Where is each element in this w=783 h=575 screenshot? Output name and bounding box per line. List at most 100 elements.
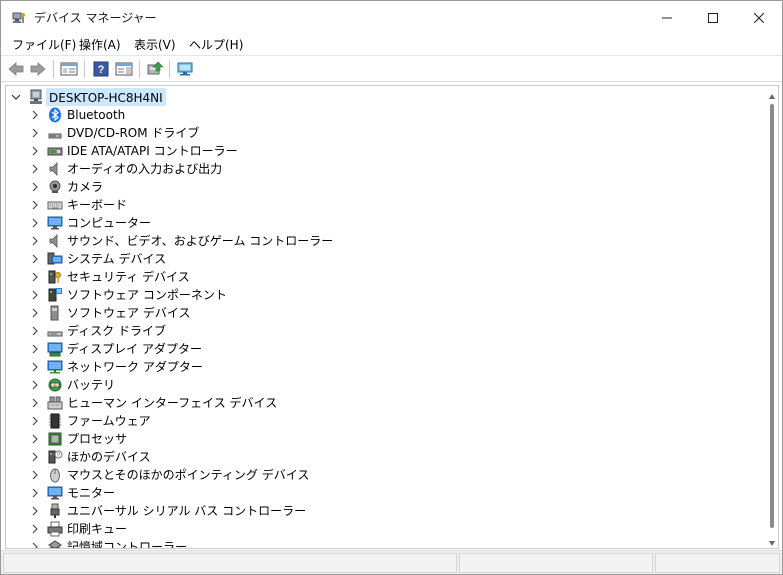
battery-icon [47, 377, 63, 393]
chevron-right-icon[interactable] [30, 505, 40, 517]
chevron-right-icon[interactable] [30, 181, 40, 193]
chevron-right-icon[interactable] [30, 433, 40, 445]
tree-item-label: Bluetooth [67, 108, 126, 122]
chevron-right-icon[interactable] [30, 253, 40, 265]
scan-hardware-button[interactable] [175, 59, 195, 79]
audio-icon [47, 161, 63, 177]
ide-controller-icon [47, 143, 63, 159]
chevron-right-icon[interactable] [30, 289, 40, 301]
status-pane-main [3, 553, 457, 573]
scroll-down-icon[interactable] [768, 536, 776, 546]
tree-item-ide-controller[interactable]: IDE ATA/ATAPI コントローラー [6, 142, 746, 160]
properties-panel-icon [115, 62, 133, 76]
tree-item-label: IDE ATA/ATAPI コントローラー [67, 144, 238, 158]
show-hide-console-tree-button[interactable] [59, 59, 79, 79]
chevron-right-icon[interactable] [30, 343, 40, 355]
tree-item-computer[interactable]: コンピューター [6, 214, 746, 232]
scroll-up-icon[interactable] [768, 90, 776, 99]
tree-root-label[interactable]: DESKTOP-HC8H4NI [46, 88, 166, 106]
tree-item-mice[interactable]: マウスとそのほかのポインティング デバイス [6, 466, 746, 484]
chevron-right-icon[interactable] [30, 397, 40, 409]
tree-item-keyboard[interactable]: キーボード [6, 196, 746, 214]
help-button[interactable]: ? [91, 59, 111, 79]
chevron-right-icon[interactable] [30, 379, 40, 391]
tree-item-label: DVD/CD-ROM ドライブ [67, 126, 200, 140]
tree-item-sound-video-game[interactable]: サウンド、ビデオ、およびゲーム コントローラー [6, 232, 746, 250]
close-button[interactable] [736, 1, 782, 34]
back-button[interactable] [6, 59, 26, 79]
tree-item-processors[interactable]: プロセッサ [6, 430, 746, 448]
chevron-right-icon[interactable] [30, 523, 40, 535]
properties-panel-button[interactable] [114, 59, 134, 79]
tree-item-human-interface-devices[interactable]: ヒューマン インターフェイス デバイス [6, 394, 746, 412]
tree-item-label: セキュリティ デバイス [67, 270, 190, 284]
tree-item-label: コンピューター [67, 216, 152, 230]
tree-item-disk-drives[interactable]: ディスク ドライブ [6, 322, 746, 340]
vertical-scrollbar[interactable] [766, 86, 778, 548]
tree-item-dvd-cd-rom[interactable]: DVD/CD-ROM ドライブ [6, 124, 746, 142]
chevron-right-icon[interactable] [30, 235, 40, 247]
computer-root-icon [28, 89, 44, 105]
chevron-right-icon[interactable] [30, 199, 40, 211]
menu-file[interactable]: ファイル(F) [11, 36, 77, 54]
toolbar-separator [53, 60, 54, 78]
tree-item-camera[interactable]: カメラ [6, 178, 746, 196]
chevron-right-icon[interactable] [30, 145, 40, 157]
tree-item-label: ユニバーサル シリアル バス コントローラー [67, 504, 307, 518]
dvd-drive-icon [47, 125, 63, 141]
storage-controller-icon [47, 539, 63, 548]
tree-item-software-devices[interactable]: ソフトウェア デバイス [6, 304, 746, 322]
tree-item-firmware[interactable]: ファームウェア [6, 412, 746, 430]
chevron-right-icon[interactable] [30, 127, 40, 139]
minimize-button[interactable] [644, 1, 690, 34]
tree-item-label: モニター [67, 486, 116, 500]
chevron-right-icon[interactable] [30, 163, 40, 175]
tree-item-security-devices[interactable]: セキュリティ デバイス [6, 268, 746, 286]
chevron-right-icon[interactable] [30, 307, 40, 319]
firmware-icon [47, 413, 63, 429]
tree-item-monitors[interactable]: モニター [6, 484, 746, 502]
tree-item-label: ディスプレイ アダプター [67, 342, 202, 356]
update-driver-button[interactable] [145, 59, 165, 79]
tree-item-network-adapters[interactable]: ネットワーク アダプター [6, 358, 746, 376]
tree-item-software-components[interactable]: ソフトウェア コンポーネント [6, 286, 746, 304]
menu-view[interactable]: 表示(V) [133, 36, 177, 54]
tree-item-label: ネットワーク アダプター [67, 360, 203, 374]
tree-item-label: 記憶域コントローラー [67, 540, 188, 549]
menu-help[interactable]: ヘルプ(H) [188, 36, 244, 54]
device-tree[interactable]: DESKTOP-HC8H4NI Bluetooth DVD/CD-ROM ドライ… [5, 85, 779, 549]
tree-item-other-devices[interactable]: ? ほかのデバイス [6, 448, 746, 466]
chevron-right-icon[interactable] [30, 217, 40, 229]
chevron-right-icon[interactable] [30, 271, 40, 283]
forward-button[interactable] [28, 59, 48, 79]
chevron-right-icon[interactable] [30, 451, 40, 463]
title-bar[interactable]: デバイス マネージャー [1, 1, 782, 34]
bluetooth-icon [47, 107, 63, 123]
chevron-right-icon[interactable] [30, 541, 40, 548]
chevron-right-icon[interactable] [30, 109, 40, 121]
tree-item-print-queues[interactable]: 印刷キュー [6, 520, 746, 538]
chevron-right-icon[interactable] [30, 325, 40, 337]
chevron-down-icon[interactable] [10, 90, 22, 104]
tree-item-usb-controllers[interactable]: ユニバーサル シリアル バス コントローラー [6, 502, 746, 520]
chevron-right-icon[interactable] [30, 415, 40, 427]
tree-item-display-adapters[interactable]: ディスプレイ アダプター [6, 340, 746, 358]
tree-item-system-devices[interactable]: システム デバイス [6, 250, 746, 268]
tree-item-label: オーディオの入力および出力 [67, 162, 223, 176]
tree-item-batteries[interactable]: バッテリ [6, 376, 746, 394]
tree-item-audio-io[interactable]: オーディオの入力および出力 [6, 160, 746, 178]
menu-action[interactable]: 操作(A) [78, 36, 122, 54]
help-icon: ? [93, 61, 109, 77]
svg-text:?: ? [98, 64, 105, 76]
scrollbar-thumb[interactable] [770, 104, 774, 528]
chevron-right-icon[interactable] [30, 487, 40, 499]
maximize-button[interactable] [690, 1, 736, 34]
chevron-right-icon[interactable] [30, 361, 40, 373]
tree-root-node[interactable]: DESKTOP-HC8H4NI [6, 88, 746, 106]
disk-drive-icon [47, 323, 63, 339]
tree-item-label: ファームウェア [67, 414, 151, 428]
tree-item-bluetooth[interactable]: Bluetooth [6, 106, 746, 124]
chevron-right-icon[interactable] [30, 469, 40, 481]
tree-item-storage-controllers[interactable]: 記憶域コントローラー [6, 538, 746, 549]
tree-item-label: サウンド、ビデオ、およびゲーム コントローラー [67, 234, 334, 248]
